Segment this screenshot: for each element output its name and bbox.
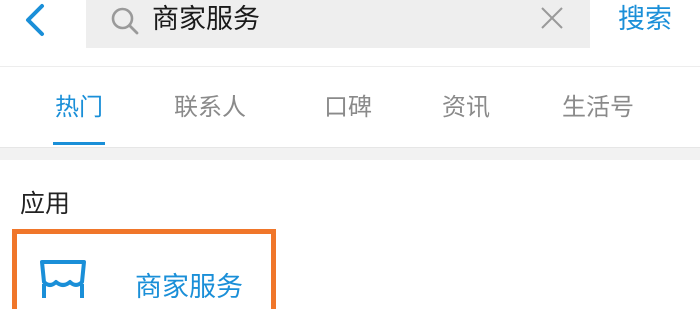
tab-label: 资讯 — [442, 93, 490, 121]
tab-news[interactable]: 资讯 — [442, 67, 490, 147]
section-title-apps: 应用 — [20, 189, 71, 218]
active-tab-indicator — [53, 142, 105, 145]
tab-label: 联系人 — [174, 93, 246, 121]
tab-label: 热门 — [55, 93, 103, 121]
back-button[interactable] — [18, 0, 58, 40]
tab-contacts[interactable]: 联系人 — [174, 67, 246, 147]
app-item-merchant-services[interactable]: 商家服务 — [12, 229, 276, 309]
tab-hot[interactable]: 热门 — [53, 67, 105, 147]
search-button[interactable]: 搜索 — [618, 0, 672, 40]
tab-label: 口碑 — [324, 93, 372, 121]
close-icon[interactable] — [540, 6, 564, 30]
search-input[interactable]: 商家服务 — [152, 2, 260, 38]
tab-label: 生活号 — [562, 93, 634, 121]
tab-bar: 热门 联系人 口碑 资讯 生活号 — [0, 67, 700, 147]
search-box[interactable]: 商家服务 — [86, 0, 590, 48]
app-name: 商家服务 — [135, 272, 243, 303]
search-icon — [111, 7, 139, 35]
shop-icon — [40, 260, 86, 298]
tab-life-accounts[interactable]: 生活号 — [562, 67, 634, 147]
section-divider — [0, 147, 700, 160]
tab-koubei[interactable]: 口碑 — [324, 67, 372, 147]
top-bar: 商家服务 搜索 — [0, 0, 700, 67]
chevron-left-icon — [26, 4, 44, 36]
